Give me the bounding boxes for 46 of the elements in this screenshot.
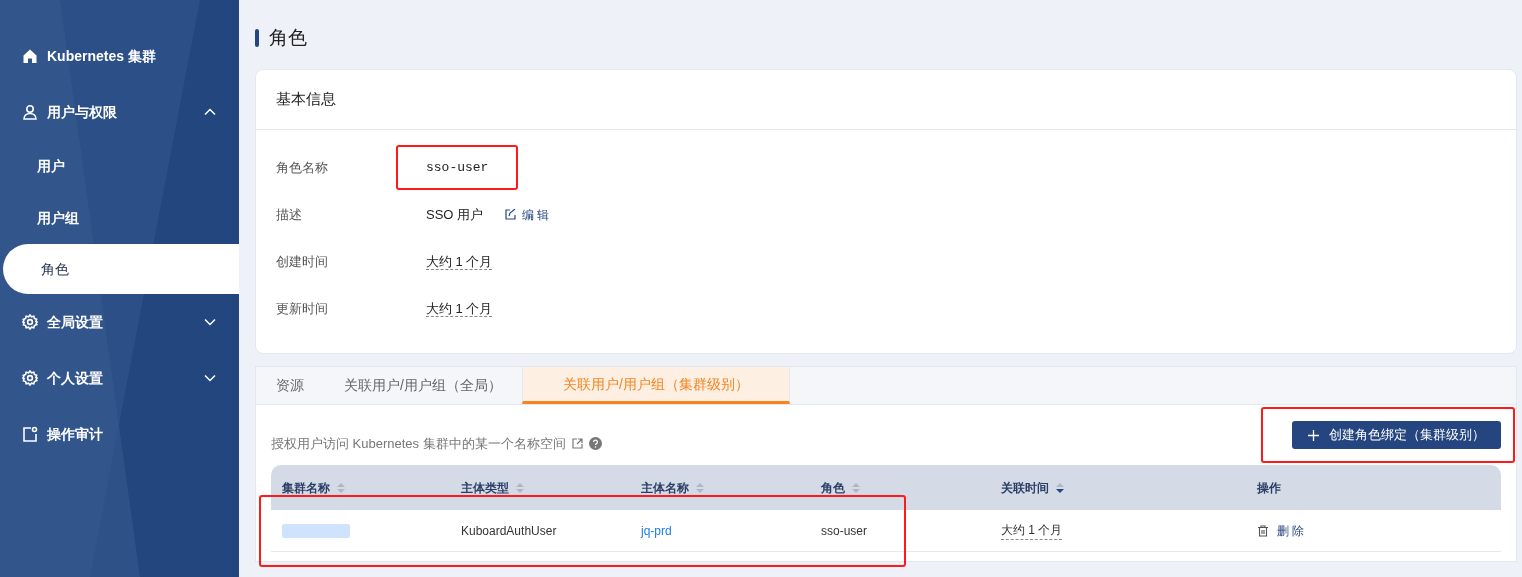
column-header: 集群名称 <box>282 479 330 497</box>
trash-icon <box>1257 524 1269 537</box>
create-button[interactable]: 创建角色绑定（集群级别） <box>1292 421 1501 449</box>
info-label: 角色名称 <box>276 158 329 177</box>
tab[interactable]: 关联用户/用户组（全局） <box>324 367 522 404</box>
delete-button[interactable]: 删 除 <box>1257 521 1305 540</box>
column-header: 操作 <box>1257 479 1281 497</box>
table-cell-text: sso-user <box>821 522 867 540</box>
home-icon <box>22 48 38 64</box>
sidebar-item[interactable]: Kubernetes 集群 <box>0 28 239 84</box>
plus-icon <box>1308 429 1319 441</box>
sidebar-subitem[interactable]: 用户 <box>0 140 239 192</box>
sidebar-subitem[interactable]: 角色 <box>3 244 239 294</box>
user-icon <box>22 104 38 120</box>
sidebar-group[interactable]: 全局设置 <box>0 294 239 350</box>
info-label: 描述 <box>276 205 303 224</box>
gear-icon <box>22 314 38 330</box>
subject-link[interactable]: jq-prd <box>641 521 672 540</box>
edit-button[interactable]: 编 辑 <box>505 205 550 224</box>
column-header: 关联时间 <box>1001 479 1049 497</box>
info-label: 更新时间 <box>276 299 329 318</box>
sort-icon[interactable] <box>1055 481 1065 494</box>
sidebar-group[interactable]: 用户与权限 <box>0 84 239 140</box>
sidebar-subitem[interactable]: 用户组 <box>0 192 239 244</box>
time-text: 大约 1 个月 <box>1001 521 1063 540</box>
help-icon[interactable] <box>588 436 602 450</box>
description-text: 授权用户访问 Kubernetes 集群中的某一个名称空间 <box>271 434 566 453</box>
redacted-text <box>282 523 350 538</box>
sidebar-item[interactable]: 操作审计 <box>0 406 239 462</box>
info-value: 大约 1 个月 <box>426 253 493 270</box>
info-value: 大约 1 个月 <box>426 300 493 317</box>
external-link-icon[interactable] <box>571 437 583 449</box>
column-header: 主体名称 <box>641 479 689 497</box>
info-value: SSO 用户 <box>426 205 484 224</box>
page-title: 角色 <box>269 25 307 50</box>
tab[interactable]: 资源 <box>256 367 324 404</box>
info-label: 创建时间 <box>276 252 329 271</box>
column-header: 角色 <box>821 479 845 497</box>
column-header: 主体类型 <box>461 479 509 497</box>
edit-icon <box>505 209 517 220</box>
card-title: 基本信息 <box>276 89 336 110</box>
table-cell-text: KuboardAuthUser <box>461 522 557 540</box>
gear-icon <box>22 370 38 386</box>
info-value: sso-user <box>426 160 489 176</box>
clipboard-icon <box>22 426 38 442</box>
sidebar-group[interactable]: 个人设置 <box>0 350 239 406</box>
